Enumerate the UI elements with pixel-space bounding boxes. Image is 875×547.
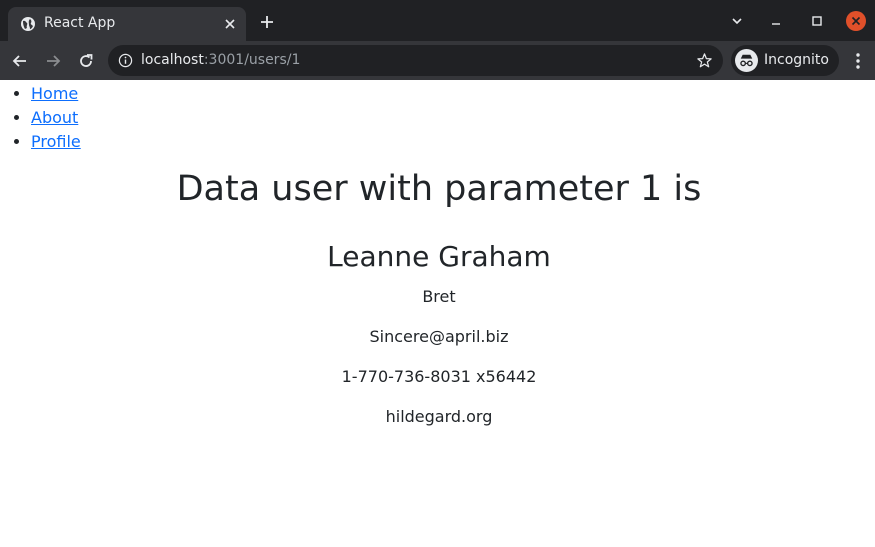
- page-title: Data user with parameter 1 is: [176, 169, 702, 209]
- home-link[interactable]: Home: [31, 84, 78, 103]
- incognito-icon: [735, 49, 758, 72]
- page-viewport: Home About Profile Data user with parame…: [0, 80, 875, 547]
- tab-title: React App: [44, 15, 116, 31]
- back-arrow-icon[interactable]: [10, 51, 30, 71]
- nav-item-profile: Profile: [31, 130, 81, 154]
- profile-link[interactable]: Profile: [31, 132, 81, 151]
- incognito-badge[interactable]: Incognito: [731, 45, 839, 76]
- url-text[interactable]: localhost:3001/users/1: [141, 52, 300, 68]
- user-website: hildegard.org: [385, 407, 493, 426]
- minimize-icon[interactable]: [767, 12, 785, 30]
- user-phone: 1-770-736-8031 x56442: [341, 367, 537, 386]
- url-host: localhost: [141, 52, 204, 68]
- about-link[interactable]: About: [31, 108, 78, 127]
- user-email: Sincere@april.biz: [369, 327, 509, 346]
- nav-item-about: About: [31, 106, 81, 130]
- url-path: :3001/users/1: [203, 52, 301, 68]
- info-icon[interactable]: [118, 53, 133, 68]
- bookmark-star-icon[interactable]: [696, 52, 713, 69]
- maximize-icon[interactable]: [808, 12, 826, 30]
- incognito-label: Incognito: [764, 52, 829, 68]
- reload-icon[interactable]: [76, 51, 96, 71]
- nav-list: Home About Profile: [31, 82, 81, 154]
- more-menu-icon[interactable]: [848, 51, 868, 71]
- browser-tab-bar: React App: [0, 0, 875, 41]
- close-tab-icon[interactable]: [222, 16, 238, 32]
- forward-arrow-icon[interactable]: [43, 51, 63, 71]
- user-username: Bret: [422, 287, 456, 306]
- browser-toolbar: localhost:3001/users/1 Incognito: [0, 41, 875, 80]
- browser-tab[interactable]: React App: [8, 7, 246, 41]
- address-bar[interactable]: localhost:3001/users/1: [108, 45, 723, 76]
- nav-item-home: Home: [31, 82, 81, 106]
- close-window-icon[interactable]: [846, 11, 866, 31]
- new-tab-icon[interactable]: [259, 14, 275, 30]
- globe-icon: [21, 17, 35, 31]
- tab-search-icon[interactable]: [728, 12, 746, 30]
- user-name: Leanne Graham: [327, 240, 551, 273]
